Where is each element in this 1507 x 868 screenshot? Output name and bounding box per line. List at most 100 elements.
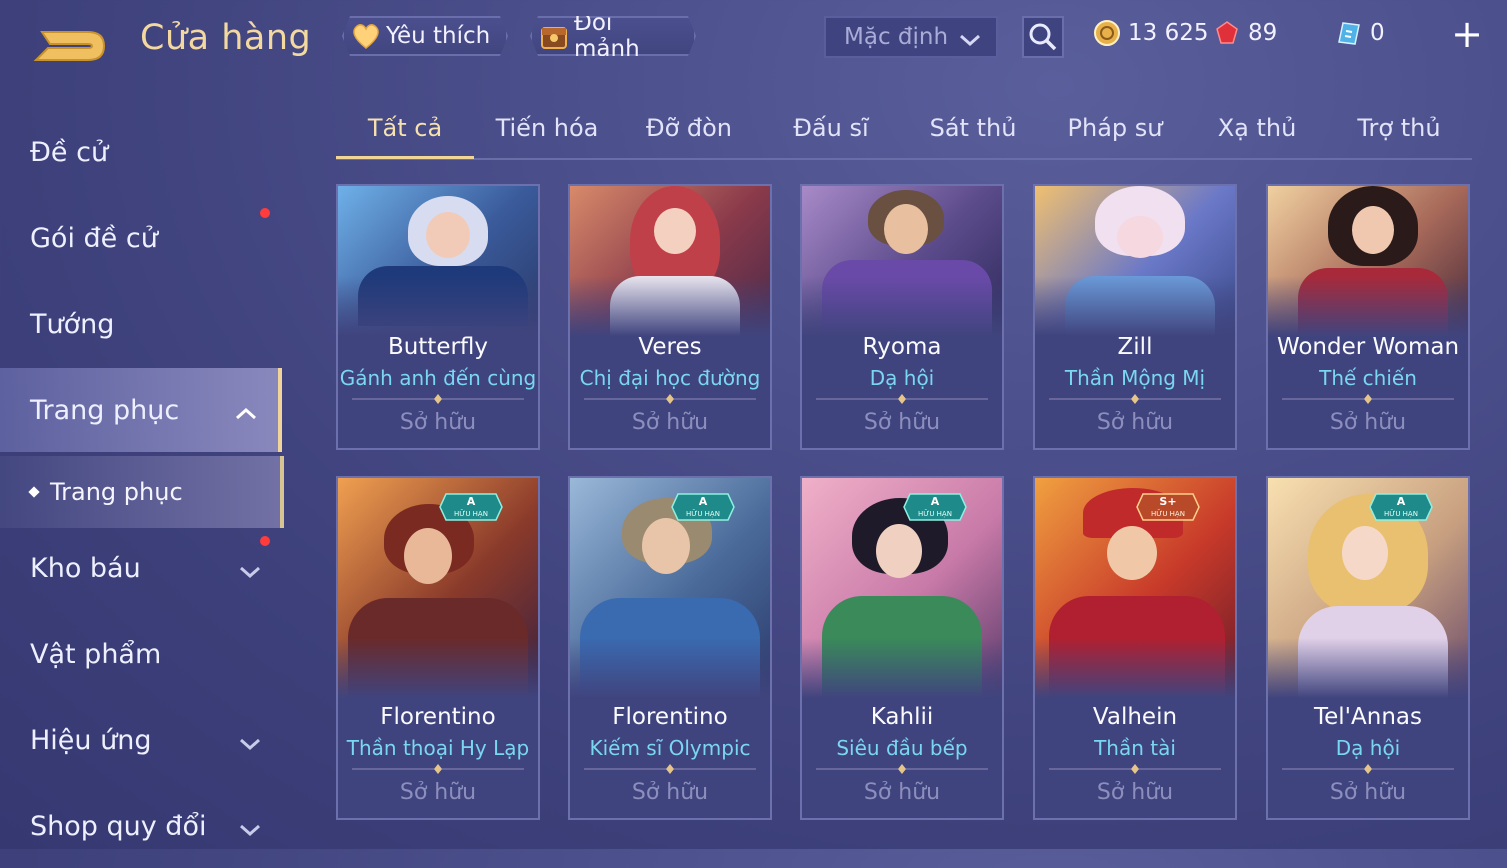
sidebar-item-heroes[interactable]: Tướng — [0, 282, 282, 366]
voucher-amount: 0 — [1370, 20, 1385, 46]
ruby-icon — [1212, 18, 1242, 48]
skin-name: Dạ hội — [1335, 736, 1401, 760]
owned-status: Sở hữu — [863, 410, 941, 435]
skin-card[interactable]: Veres Chị đại học đường Sở hữu — [568, 184, 772, 450]
skin-art — [570, 186, 770, 336]
top-bar: Cửa hàng Yêu thích Đổi mảnh Mặc định 13 … — [0, 0, 1507, 80]
sidebar-subitem-label: Trang phục — [50, 478, 183, 506]
chevron-down-icon — [238, 814, 262, 845]
svg-text:HỮU HẠN: HỮU HẠN — [1384, 509, 1418, 518]
sidebar: Đề cử Gói đề cử Tướng Trang phục Trang p… — [0, 108, 284, 849]
skin-name: Thế chiến — [1319, 366, 1417, 390]
tier-badge: S+ HỮU HẠN — [1136, 493, 1200, 521]
sort-dropdown[interactable]: Mặc định — [824, 16, 998, 58]
sidebar-item-label: Đề cử — [30, 136, 109, 168]
chevron-down-icon — [238, 556, 262, 587]
skin-card[interactable]: A HỮU HẠN Florentino Thần thoại Hy Lạp S… — [336, 476, 540, 820]
divider — [1049, 764, 1221, 774]
sidebar-item-label: Gói đề cử — [30, 222, 158, 254]
svg-text:HỮU HẠN: HỮU HẠN — [686, 509, 720, 518]
sidebar-item-recommended-packs[interactable]: Gói đề cử — [0, 196, 282, 280]
search-button[interactable] — [1022, 16, 1064, 58]
favorite-label: Yêu thích — [386, 23, 491, 49]
skin-card[interactable]: Butterfly Gánh anh đến cùng Sở hữu — [336, 184, 540, 450]
tab-all[interactable]: Tất cả — [336, 100, 474, 159]
tier-badge: A HỮU HẠN — [903, 493, 967, 521]
svg-text:HỮU HẠN: HỮU HẠN — [918, 509, 952, 518]
tab-support[interactable]: Trợ thủ — [1330, 100, 1468, 156]
skin-card[interactable]: A HỮU HẠN Florentino Kiếm sĩ Olympic Sở … — [568, 476, 772, 820]
chevron-down-icon — [958, 28, 982, 54]
bullet-icon — [28, 486, 40, 498]
sidebar-item-label: Vật phẩm — [30, 638, 162, 670]
divider — [1282, 394, 1454, 404]
tier-badge: A HỮU HẠN — [671, 493, 735, 521]
skin-art — [1035, 186, 1235, 336]
owned-status: Sở hữu — [1329, 410, 1407, 435]
shard-chest-icon — [538, 20, 570, 52]
gold-coin-icon — [1092, 18, 1122, 48]
divider — [1049, 394, 1221, 404]
shard-label: Đổi mảnh — [574, 10, 640, 62]
favorite-button[interactable]: Yêu thích — [342, 16, 508, 56]
sidebar-item-label: Hiệu ứng — [30, 724, 152, 756]
sidebar-item-effects[interactable]: Hiệu ứng — [0, 698, 282, 782]
skin-name: Thần tài — [1094, 736, 1176, 760]
hero-name: Florentino — [612, 704, 728, 730]
plus-icon[interactable]: + — [1448, 14, 1486, 54]
tab-fighter[interactable]: Đấu sĩ — [762, 100, 900, 156]
sidebar-item-skins[interactable]: Trang phục — [0, 368, 282, 452]
hero-name: Valhein — [1092, 704, 1178, 730]
shard-exchange-button[interactable]: Đổi mảnh — [530, 16, 696, 56]
tab-tank[interactable]: Đỡ đòn — [620, 100, 758, 156]
hero-name: Zill — [1117, 334, 1153, 360]
owned-status: Sở hữu — [631, 410, 709, 435]
tier-badge: A HỮU HẠN — [439, 493, 503, 521]
svg-text:A: A — [699, 495, 708, 508]
skin-name: Thần thoại Hy Lạp — [346, 736, 530, 760]
sidebar-item-label: Kho báu — [30, 552, 141, 584]
ruby-amount: 89 — [1248, 20, 1278, 46]
sidebar-item-treasure[interactable]: Kho báu — [0, 526, 282, 610]
tab-evolution[interactable]: Tiến hóa — [478, 100, 616, 156]
tab-marksman[interactable]: Xạ thủ — [1188, 100, 1326, 156]
skin-card[interactable]: Zill Thần Mộng Mị Sở hữu — [1033, 184, 1237, 450]
sidebar-item-label: Tướng — [30, 308, 115, 340]
owned-status: Sở hữu — [1096, 780, 1174, 805]
skin-card[interactable]: S+ HỮU HẠN Valhein Thần tài Sở hữu — [1033, 476, 1237, 820]
owned-status: Sở hữu — [1096, 410, 1174, 435]
tab-assassin[interactable]: Sát thủ — [904, 100, 1042, 156]
skin-grid: Butterfly Gánh anh đến cùng Sở hữu Veres… — [336, 184, 1476, 849]
skin-card[interactable]: Wonder Woman Thế chiến Sở hữu — [1266, 184, 1470, 450]
gold-amount: 13 625 — [1128, 20, 1209, 46]
sidebar-item-items[interactable]: Vật phẩm — [0, 612, 282, 696]
skin-art — [1268, 186, 1468, 336]
sidebar-item-recommended[interactable]: Đề cử — [0, 110, 282, 194]
search-icon — [1029, 23, 1057, 51]
sidebar-subitem-skins[interactable]: Trang phục — [0, 456, 284, 528]
svg-text:A: A — [1397, 495, 1406, 508]
back-button[interactable] — [28, 18, 110, 66]
owned-status: Sở hữu — [631, 780, 709, 805]
chevron-up-icon — [234, 398, 258, 429]
svg-text:A: A — [931, 495, 940, 508]
skin-name: Chị đại học đường — [579, 366, 761, 390]
sidebar-item-label: Shop quy đổi — [30, 810, 207, 842]
tab-mage[interactable]: Pháp sư — [1046, 100, 1184, 156]
hero-name: Florentino — [380, 704, 496, 730]
hero-name: Butterfly — [387, 334, 489, 360]
sidebar-item-exchange-shop[interactable]: Shop quy đổi — [0, 784, 282, 868]
divider — [1282, 764, 1454, 774]
skin-art — [802, 186, 1002, 336]
owned-status: Sở hữu — [863, 780, 941, 805]
skin-name: Thần Mộng Mị — [1064, 366, 1206, 390]
category-tabs: Tất cả Tiến hóa Đỡ đòn Đấu sĩ Sát thủ Ph… — [336, 100, 1472, 160]
voucher-icon — [1334, 18, 1364, 48]
sidebar-item-label: Trang phục — [30, 394, 180, 426]
divider — [352, 764, 524, 774]
owned-status: Sở hữu — [399, 410, 477, 435]
skin-card[interactable]: A HỮU HẠN Kahlii Siêu đầu bếp Sở hữu — [800, 476, 1004, 820]
owned-status: Sở hữu — [399, 780, 477, 805]
skin-card[interactable]: Ryoma Dạ hội Sở hữu — [800, 184, 1004, 450]
skin-card[interactable]: A HỮU HẠN Tel'Annas Dạ hội Sở hữu — [1266, 476, 1470, 820]
